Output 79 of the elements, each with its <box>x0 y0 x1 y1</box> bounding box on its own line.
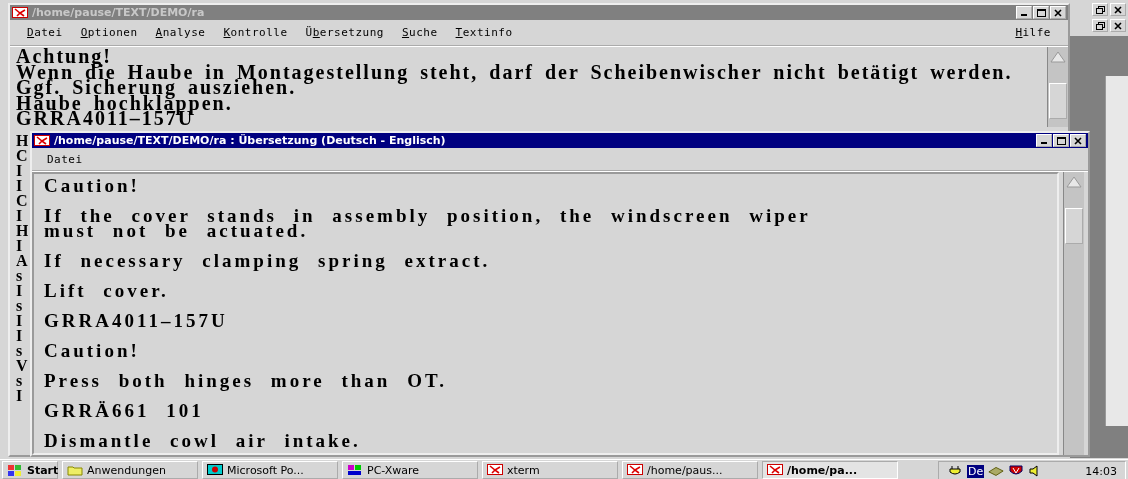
menu-item[interactable]: Kontrolle <box>214 26 297 39</box>
text-line: I <box>16 162 24 178</box>
scrollbar[interactable] <box>1063 172 1084 455</box>
scroll-thumb[interactable] <box>1049 83 1067 119</box>
x-logo-icon <box>12 6 28 19</box>
restore-button[interactable] <box>1092 3 1108 16</box>
text-line: I <box>16 312 24 328</box>
close-icon <box>1114 21 1122 30</box>
menu-item[interactable]: Datei <box>18 26 72 39</box>
start-button[interactable]: Start <box>2 461 58 479</box>
menu-item[interactable]: Optionen <box>71 26 147 39</box>
paragraph: GRRA4011–157U <box>44 313 229 328</box>
paragraph: Dismantle cowl air intake. <box>44 433 362 448</box>
maximize-button[interactable] <box>1033 6 1049 19</box>
maximize-button[interactable] <box>1053 134 1069 147</box>
text-line: C <box>16 192 28 208</box>
folder-icon <box>67 464 83 476</box>
shield-icon[interactable] <box>1008 465 1025 477</box>
window-title: /home/pause/TEXT/DEMO/ra <box>32 6 206 19</box>
text-line: s <box>16 342 24 358</box>
text-line: I <box>16 237 24 253</box>
window-title: /home/pause/TEXT/DEMO/ra : Übersetzung (Deutsch - Englisch) <box>54 134 447 147</box>
taskbar-button[interactable]: /home/pa... <box>762 461 898 479</box>
taskbar-button[interactable]: /home/paus... <box>622 461 758 479</box>
text-line: I <box>16 387 24 403</box>
menu-item[interactable]: Textinfo <box>446 26 522 39</box>
menu-item[interactable]: Analyse <box>146 26 215 39</box>
text-line: H <box>16 222 28 238</box>
x-logo-icon <box>487 464 503 476</box>
menu-item[interactable]: Datei <box>38 152 92 166</box>
text-line: H <box>16 132 28 148</box>
plug-icon[interactable] <box>947 465 963 477</box>
windows-logo-icon <box>7 464 23 476</box>
paragraph: Caution! <box>44 178 141 193</box>
close-button[interactable] <box>1070 134 1086 147</box>
monitor-icon <box>347 464 363 476</box>
menu-item[interactable]: Suche <box>392 26 447 39</box>
card-icon[interactable] <box>988 465 1005 477</box>
close-button[interactable] <box>1110 3 1126 16</box>
paragraph: GRRÄ661 101 <box>44 403 205 418</box>
paragraph: If the cover stands in assembly position, the windscreen wiper must not be actuated. <box>44 208 812 238</box>
maximize-icon <box>1056 136 1066 145</box>
close-button[interactable] <box>1050 6 1066 19</box>
text-line: I <box>16 207 24 223</box>
text-line: I <box>16 282 24 298</box>
close-button[interactable] <box>1110 19 1126 32</box>
clock: 14:03 <box>1085 464 1117 478</box>
scrollbar[interactable] <box>1047 47 1068 127</box>
minimize-icon <box>1021 14 1027 16</box>
text-line: s <box>16 372 24 388</box>
scroll-thumb[interactable] <box>1065 208 1083 244</box>
text-line: A <box>16 252 28 268</box>
close-icon <box>1054 8 1062 17</box>
minimize-icon <box>1041 142 1047 144</box>
text-line: I <box>16 327 24 343</box>
x-logo-icon <box>34 134 50 147</box>
x-logo-icon <box>767 464 783 476</box>
close-icon <box>1074 136 1082 145</box>
taskbar-button[interactable]: Anwendungen <box>62 461 198 479</box>
taskbar-button[interactable]: xterm <box>482 461 618 479</box>
text-line: C <box>16 147 28 163</box>
close-icon <box>1114 5 1122 14</box>
menu-item[interactable]: Hilfe <box>1006 26 1060 39</box>
maximize-icon <box>1036 8 1046 17</box>
paragraph: Lift cover. <box>44 283 170 298</box>
taskbar-button[interactable]: PC-Xware <box>342 461 478 479</box>
minimize-button[interactable] <box>1036 134 1052 147</box>
presentation-icon <box>207 464 223 476</box>
text-line: I <box>16 177 24 193</box>
text-line: s <box>16 297 24 313</box>
restore-button[interactable] <box>1092 19 1108 32</box>
text-line: s <box>16 267 24 283</box>
text-line: V <box>16 357 28 373</box>
paragraph: Caution! <box>44 343 141 358</box>
minimize-button[interactable] <box>1016 6 1032 19</box>
x-logo-icon <box>627 464 643 476</box>
language-indicator[interactable]: De <box>967 464 985 478</box>
menu-item[interactable]: Übersetzung <box>296 26 393 39</box>
taskbar-button[interactable]: Microsoft Po... <box>202 461 338 479</box>
